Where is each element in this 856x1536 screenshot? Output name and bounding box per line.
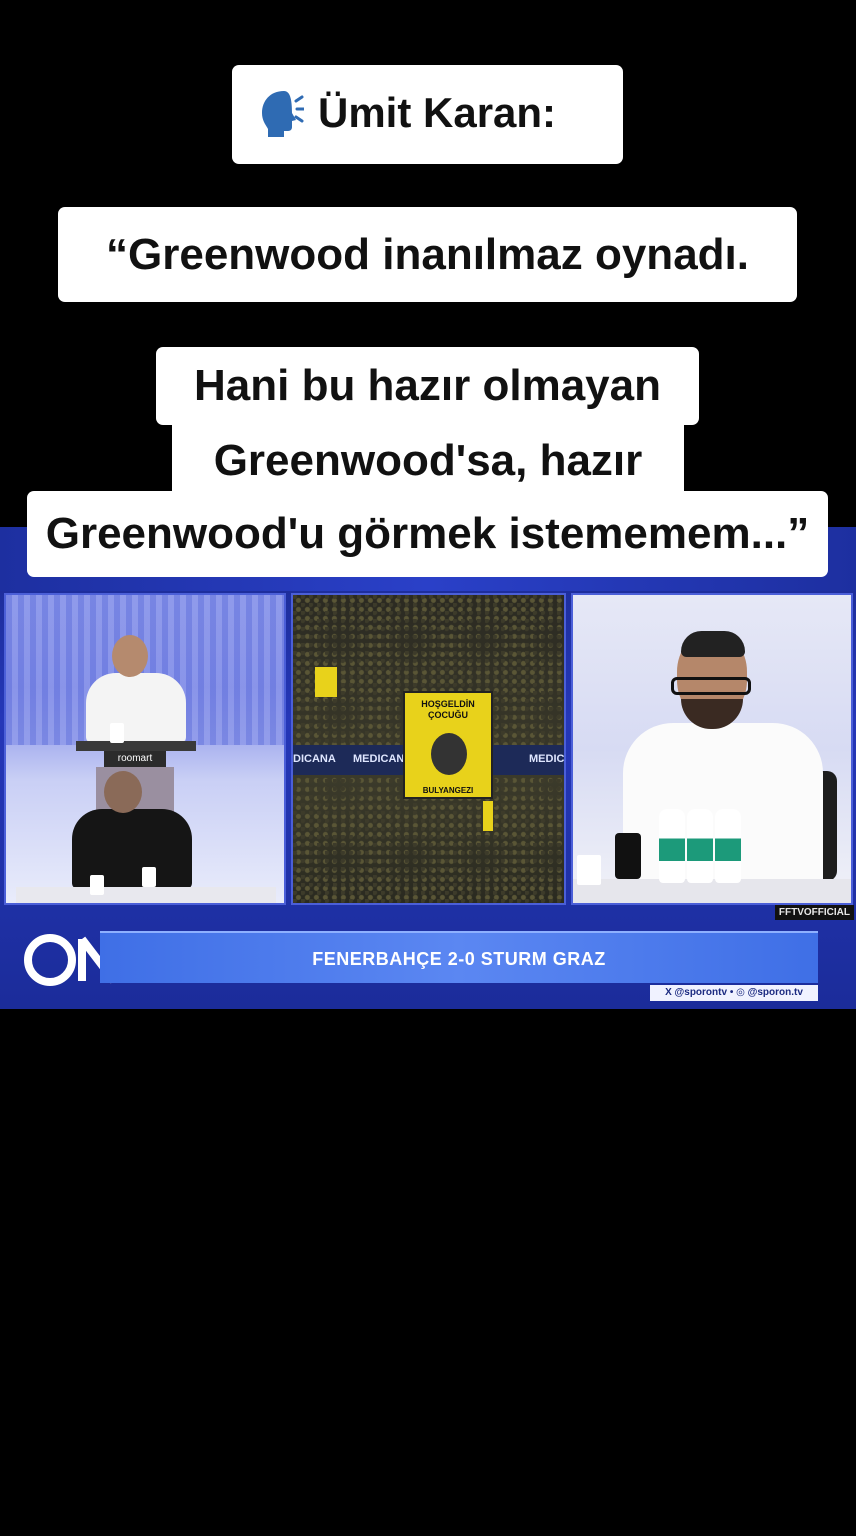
ad-board-right: MEDIC <box>529 753 565 765</box>
score-bar: FENERBAHÇE 2-0 STURM GRAZ <box>100 931 818 983</box>
studio-sign: roomart <box>104 751 166 767</box>
caption-line-3: Greenwood'sa, hazır <box>172 421 684 501</box>
pundit-panel <box>571 593 853 905</box>
studio-desk-top <box>76 741 196 751</box>
caption-line-2: Hani bu hazır olmayan <box>156 347 699 425</box>
shampoo-bottle <box>687 809 713 883</box>
phone <box>615 833 641 879</box>
glasses <box>671 677 751 695</box>
host-bottom-head <box>104 771 142 813</box>
score-bar-title: FENERBAHÇE 2-0 STURM GRAZ <box>312 949 606 969</box>
banner-bottom-text: BULYANGEZI <box>422 786 474 795</box>
stadium-crowd-panel: DICANA MEDICANA MEDIC HOŞGELDİN ÇOCUĞU B… <box>291 593 566 905</box>
host-top <box>86 673 186 743</box>
mug <box>142 867 156 887</box>
studio-desk-bottom <box>16 887 276 903</box>
banner-portrait <box>431 733 467 775</box>
mug <box>90 875 104 895</box>
pundit-desk <box>573 879 851 903</box>
crowd-flag <box>483 801 493 831</box>
studio-hosts-panel: roomart <box>4 593 286 905</box>
caption-line-4: Greenwood'u görmek istememem...” <box>27 491 828 577</box>
mug <box>577 855 601 885</box>
speaker-name: Ümit Karan: <box>318 89 557 136</box>
social-handles: X @sporontv • ◎ @sporon.tv <box>650 985 818 1001</box>
speaking-head-icon <box>262 91 304 137</box>
shampoo-bottle <box>659 809 685 883</box>
video-frame[interactable]: roomart DICANA MEDICANA MEDIC HOŞGELDİN … <box>0 527 856 1009</box>
speaker-caption: Ümit Karan: <box>232 65 623 164</box>
mug <box>110 723 124 743</box>
crowd-flag <box>315 667 337 697</box>
caption-line-1: “Greenwood inanılmaz oynadı. <box>58 207 797 302</box>
pundit-hair <box>681 631 745 657</box>
host-top-head <box>112 635 148 677</box>
shampoo-bottle <box>715 809 741 883</box>
channel-watermark: FFTVOFFICIAL <box>774 905 854 920</box>
ad-board-left: DICANA <box>293 753 336 765</box>
banner-text: HOŞGELDİN ÇOCUĞU <box>421 699 475 720</box>
fan-banner: HOŞGELDİN ÇOCUĞU BULYANGEZI <box>403 691 493 799</box>
